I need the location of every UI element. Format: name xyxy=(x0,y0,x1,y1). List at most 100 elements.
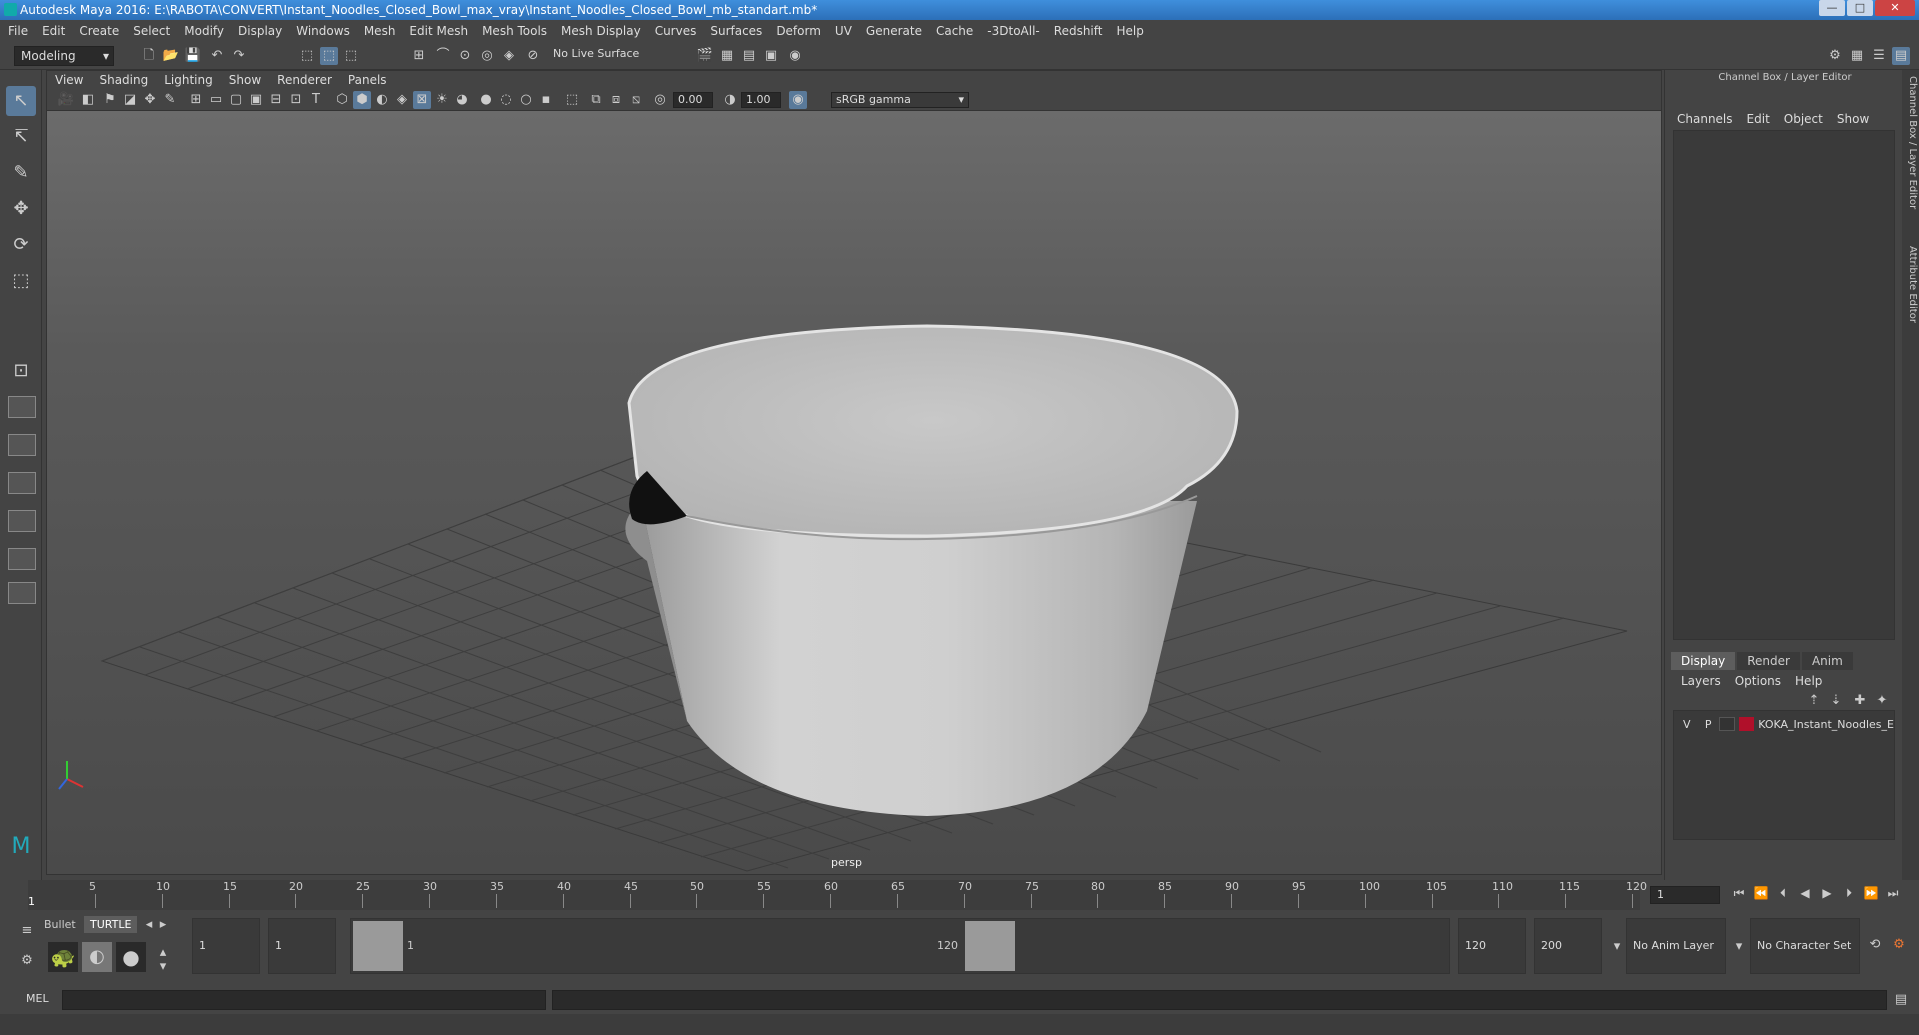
playback-end-field[interactable]: 120 xyxy=(1458,918,1526,974)
four-view-layout-icon[interactable] xyxy=(8,396,36,418)
range-start-handle[interactable] xyxy=(353,921,403,971)
menu-mesh-display[interactable]: Mesh Display xyxy=(561,24,641,38)
step-back-frame-icon[interactable]: ⏴ xyxy=(1774,886,1792,904)
render-frame-icon[interactable]: 🎬 xyxy=(696,47,714,65)
tab-display[interactable]: Display xyxy=(1671,652,1736,670)
hypershade-icon[interactable]: ▣ xyxy=(762,47,780,65)
turtle-sphere-icon[interactable]: ● xyxy=(116,942,146,972)
side-tab-channel-box[interactable]: Channel Box / Layer Editor xyxy=(1904,76,1918,209)
wireframe-icon[interactable]: ⬡ xyxy=(333,91,351,109)
safe-action-icon[interactable]: ⊡ xyxy=(287,91,305,109)
channel-box-area[interactable] xyxy=(1673,130,1895,640)
camera-attributes-icon[interactable]: ◧ xyxy=(79,91,97,109)
menu-create[interactable]: Create xyxy=(79,24,119,38)
step-forward-key-icon[interactable]: ⏩ xyxy=(1862,886,1880,904)
layer-menu-layers[interactable]: Layers xyxy=(1681,674,1721,688)
command-language-label[interactable]: MEL xyxy=(26,992,49,1005)
script-editor-icon[interactable]: ▤ xyxy=(1892,991,1910,1009)
step-back-key-icon[interactable]: ⏪ xyxy=(1752,886,1770,904)
layer-menu-options[interactable]: Options xyxy=(1735,674,1781,688)
xray-icon[interactable]: ⧉ xyxy=(587,91,605,109)
animation-start-field[interactable]: 1 xyxy=(192,918,260,974)
perspective-viewport[interactable]: View Shading Lighting Show Renderer Pane… xyxy=(46,70,1662,875)
gamma-icon[interactable]: ◑ xyxy=(721,91,739,109)
use-all-lights-icon[interactable]: ☀ xyxy=(433,91,451,109)
current-frame-field[interactable]: 1 xyxy=(1650,886,1720,904)
move-tool-icon[interactable]: ✥ xyxy=(6,194,36,224)
bookmark-icon[interactable]: ⚑ xyxy=(101,91,119,109)
menu-modify[interactable]: Modify xyxy=(184,24,224,38)
toggle-channel-box-icon[interactable]: ▤ xyxy=(1892,47,1910,65)
tab-render[interactable]: Render xyxy=(1737,652,1800,670)
gate-mask-icon[interactable]: ▣ xyxy=(247,91,265,109)
shelf-settings-icon[interactable]: ⚙ xyxy=(18,952,36,970)
menu-3dtoall[interactable]: -3DtoAll- xyxy=(987,24,1039,38)
select-hierarchy-icon[interactable]: ⬚ xyxy=(298,47,316,65)
scale-tool-icon[interactable]: ⬚ xyxy=(6,266,36,296)
viewport-menu-view[interactable]: View xyxy=(55,73,83,87)
render-view-icon[interactable]: ◉ xyxy=(786,47,804,65)
snap-view-icon[interactable]: ◎ xyxy=(478,47,496,65)
lasso-tool-icon[interactable]: ↸ xyxy=(6,122,36,152)
play-backward-icon[interactable]: ◀ xyxy=(1796,886,1814,904)
toggle-attribute-editor-icon[interactable]: ☰ xyxy=(1870,47,1888,65)
step-forward-frame-icon[interactable]: ⏵ xyxy=(1840,886,1858,904)
animation-end-field[interactable]: 200 xyxy=(1534,918,1602,974)
menu-windows[interactable]: Windows xyxy=(296,24,350,38)
viewport-menu-panels[interactable]: Panels xyxy=(348,73,387,87)
new-scene-icon[interactable]: 🗋 xyxy=(140,47,158,65)
exposure-field[interactable]: 0.00 xyxy=(673,92,713,108)
snap-curve-icon[interactable]: ⌒ xyxy=(434,47,452,65)
save-scene-icon[interactable]: 💾 xyxy=(184,47,202,65)
play-forward-icon[interactable]: ▶ xyxy=(1818,886,1836,904)
ipr-render-icon[interactable]: ▦ xyxy=(718,47,736,65)
render-settings-icon[interactable]: ▤ xyxy=(740,47,758,65)
close-button[interactable]: ✕ xyxy=(1875,0,1915,16)
shelf-scroll-right-icon[interactable]: ▸ xyxy=(154,916,172,934)
single-view-layout-icon[interactable]: ⊡ xyxy=(6,356,36,386)
view-transform-dropdown[interactable]: sRGB gamma ▾ xyxy=(831,92,969,108)
layer-row[interactable]: V P KOKA_Instant_Noodles_E xyxy=(1676,715,1894,733)
layer-color-swatch[interactable] xyxy=(1738,717,1755,731)
menu-mesh-tools[interactable]: Mesh Tools xyxy=(482,24,547,38)
grease-pencil-icon[interactable]: ✎ xyxy=(161,91,179,109)
noodle-bowl-model[interactable] xyxy=(625,324,1239,816)
motion-blur-icon[interactable]: ◌ xyxy=(497,91,515,109)
time-slider[interactable]: 1 5 10 15 20 25 30 35 40 45 50 55 60 65 70 75 80 85 90 95 1… xyxy=(0,880,1919,912)
resolution-gate-icon[interactable]: ▢ xyxy=(227,91,245,109)
shelf-tab-turtle[interactable]: TURTLE xyxy=(84,916,138,933)
go-to-start-icon[interactable]: ⏮ xyxy=(1730,886,1748,904)
side-by-side-layout-icon[interactable] xyxy=(8,434,36,456)
chevron-down-icon[interactable]: ▾ xyxy=(1608,938,1626,956)
snap-surface-icon[interactable]: ◈ xyxy=(500,47,518,65)
rotate-tool-icon[interactable]: ⟳ xyxy=(6,230,36,260)
undo-icon[interactable]: ↶ xyxy=(208,47,226,65)
open-scene-icon[interactable]: 📂 xyxy=(162,47,180,65)
menu-edit-mesh[interactable]: Edit Mesh xyxy=(409,24,468,38)
viewport-menu-renderer[interactable]: Renderer xyxy=(277,73,332,87)
exposure-icon[interactable]: ◎ xyxy=(651,91,669,109)
range-end-handle[interactable] xyxy=(965,921,1015,971)
workspace-icon[interactable]: ⚙ xyxy=(1826,47,1844,65)
menu-generate[interactable]: Generate xyxy=(866,24,922,38)
layer-playback-toggle[interactable]: P xyxy=(1697,718,1718,731)
shelf-menu-icon[interactable]: ≡ xyxy=(18,922,36,940)
image-plane-icon[interactable]: ◪ xyxy=(121,91,139,109)
toggle-modeling-toolkit-icon[interactable]: ▦ xyxy=(1848,47,1866,65)
menu-deform[interactable]: Deform xyxy=(776,24,821,38)
menu-cache[interactable]: Cache xyxy=(936,24,973,38)
channel-box-menu-object[interactable]: Object xyxy=(1784,112,1823,126)
layer-display-type[interactable] xyxy=(1718,717,1735,731)
menu-help[interactable]: Help xyxy=(1116,24,1143,38)
new-layer-icon[interactable]: ✚ xyxy=(1851,692,1869,710)
bounding-box-icon[interactable]: ◈ xyxy=(393,91,411,109)
custom-layout-icon[interactable] xyxy=(8,582,36,604)
textured-icon[interactable]: ⊠ xyxy=(413,91,431,109)
shelf-tab-bullet[interactable]: Bullet xyxy=(38,916,82,933)
shelf-scroll-down-icon[interactable]: ▾ xyxy=(154,958,172,976)
playback-start-field[interactable]: 1 xyxy=(268,918,336,974)
chevron-down-icon[interactable]: ▾ xyxy=(1730,938,1748,956)
menu-surfaces[interactable]: Surfaces xyxy=(710,24,762,38)
channel-box-menu-show[interactable]: Show xyxy=(1837,112,1869,126)
turtle-render-icon[interactable]: 🐢 xyxy=(48,942,78,972)
